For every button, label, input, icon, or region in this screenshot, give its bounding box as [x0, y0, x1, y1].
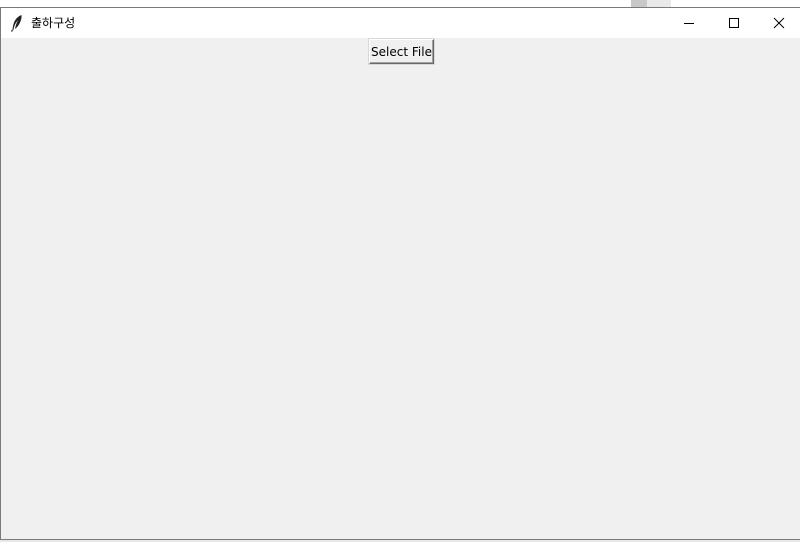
window-title: 출하구성 — [31, 16, 76, 30]
minimize-button[interactable] — [666, 8, 712, 38]
minimize-icon — [684, 23, 694, 24]
close-button[interactable] — [756, 8, 800, 38]
window-content: Select File — [1, 38, 800, 539]
app-window: 출하구성 Select File — [0, 7, 800, 540]
select-file-button[interactable]: Select File — [369, 39, 434, 64]
maximize-icon — [729, 18, 739, 28]
title-bar[interactable]: 출하구성 — [1, 8, 800, 38]
feather-icon — [11, 15, 22, 32]
close-icon — [773, 17, 785, 29]
maximize-button[interactable] — [711, 8, 757, 38]
